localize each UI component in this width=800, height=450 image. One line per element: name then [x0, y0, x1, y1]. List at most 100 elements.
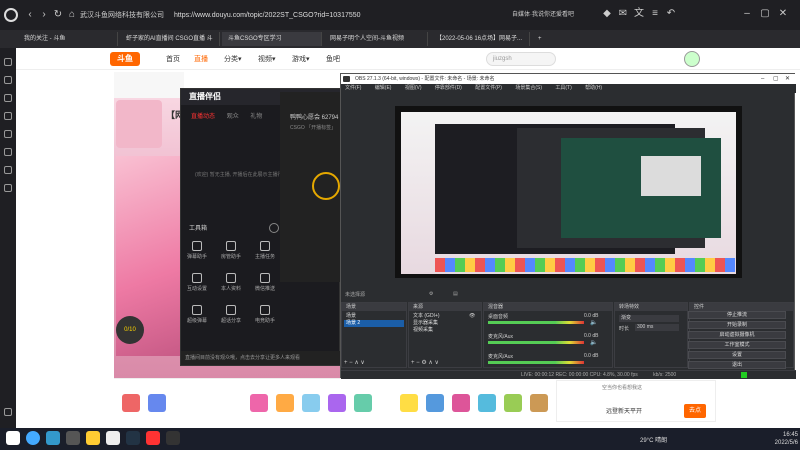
tool-tasks[interactable]: 主播任务 — [253, 241, 277, 263]
tab-csgo-topic[interactable]: 斗鱼CSGO专区学习 — [222, 32, 322, 46]
nav-home[interactable]: 首页 — [166, 54, 180, 64]
new-tab-icon[interactable]: + — [532, 32, 546, 46]
nav-video[interactable]: 视频▾ — [258, 54, 276, 64]
source-item[interactable]: 视频采集 — [411, 327, 465, 334]
close-icon[interactable]: ✕ — [776, 7, 790, 21]
assistant-taskbar-icon[interactable] — [146, 431, 160, 445]
duration-input[interactable]: 300 ms — [635, 324, 679, 331]
tool-danmu[interactable]: 弹幕助手 — [185, 241, 209, 263]
start-live-button[interactable] — [312, 172, 340, 200]
menu-scene-collection[interactable]: 场景集合(S) — [515, 85, 542, 91]
obs-minimize-icon[interactable]: – — [761, 74, 764, 84]
clock[interactable]: 16:45 2022/5/6 — [770, 431, 798, 447]
exit-button[interactable]: 退出 — [688, 361, 786, 369]
transition-select[interactable]: 渐变 — [619, 315, 679, 322]
search-icon[interactable] — [26, 431, 40, 445]
translate-icon[interactable]: 文 — [632, 7, 646, 21]
tool-share[interactable]: 超话分享 — [219, 305, 243, 327]
chat-icon[interactable] — [4, 130, 12, 138]
tool-interact[interactable]: 互动设置 — [185, 273, 209, 295]
start-icon[interactable] — [6, 431, 20, 445]
stop-streaming-button[interactable]: 停止推流 — [688, 311, 786, 319]
star-icon[interactable] — [4, 58, 12, 66]
calendar-icon[interactable] — [4, 166, 12, 174]
menu-help[interactable]: 帮助(H) — [585, 85, 602, 91]
mail-icon[interactable]: ✉ — [616, 7, 630, 21]
source-item[interactable]: 显示器采集 — [411, 320, 465, 327]
nav-fishbar[interactable]: 鱼吧 — [326, 54, 340, 64]
gift-item[interactable] — [148, 394, 166, 412]
forward-icon[interactable]: › — [38, 9, 50, 21]
tool-super-danmu[interactable]: 超级弹幕 — [185, 305, 209, 327]
tab-viewers[interactable]: 观众 — [227, 114, 239, 120]
menu-file[interactable]: 文件(F) — [345, 85, 361, 91]
refresh-icon[interactable]: ↻ — [52, 9, 64, 21]
home-icon[interactable]: ⌂ — [66, 9, 78, 21]
start-recording-button[interactable]: 开始录制 — [688, 321, 786, 329]
add-scene-icon[interactable]: + − ∧ ∨ — [344, 359, 365, 366]
note-icon[interactable] — [4, 112, 12, 120]
settings-icon[interactable] — [4, 408, 12, 416]
tool-room-admin[interactable]: 房管助手 — [219, 241, 243, 263]
nav-game[interactable]: 游戏▾ — [292, 54, 310, 64]
gift-progress-badge[interactable]: 0/10 — [116, 316, 144, 344]
maximize-icon[interactable]: ▢ — [758, 7, 772, 21]
menu-docks[interactable]: 停靠部件(D) — [435, 85, 462, 91]
scene-item[interactable]: 场景 — [344, 313, 404, 320]
gift-item[interactable] — [400, 394, 418, 412]
tab-video-space[interactable]: 网易子明个人空间-斗鱼视频 — [324, 32, 428, 46]
avatar[interactable] — [684, 51, 700, 67]
menu-view[interactable]: 视图(V) — [405, 85, 422, 91]
download-icon[interactable] — [4, 94, 12, 102]
weather-widget[interactable]: 29°C 晴朗 — [640, 435, 667, 444]
streamer-avatar[interactable] — [116, 100, 162, 148]
apps-icon[interactable] — [4, 184, 12, 192]
obs-taskbar-icon[interactable] — [166, 431, 180, 445]
explorer-icon[interactable] — [86, 431, 100, 445]
address-bar[interactable]: 武汉斗鱼网络科技有限公司 https://www.douyu.com/topic… — [80, 9, 510, 23]
menu-icon[interactable]: ≡ — [648, 7, 662, 21]
nav-live[interactable]: 直播 — [194, 54, 208, 64]
gift-item[interactable] — [250, 394, 268, 412]
browser-logo-icon[interactable] — [4, 8, 18, 22]
search-input[interactable]: jiuzgsh — [486, 52, 556, 66]
undo-icon[interactable]: ↶ — [664, 7, 678, 21]
gift-item[interactable] — [302, 394, 320, 412]
news-ticker[interactable]: 自媒体·我说你还爱看吧 — [512, 9, 592, 21]
studio-mode-button[interactable]: 工作室模式 — [688, 341, 786, 349]
tab-gifts[interactable]: 礼物 — [250, 114, 262, 120]
gift-item[interactable] — [122, 394, 140, 412]
tool-esports[interactable]: 电竞助手 — [253, 305, 277, 327]
virtual-camera-button[interactable]: 启动虚拟摄像机 — [688, 331, 786, 339]
gift-item[interactable] — [354, 394, 372, 412]
browser-taskbar-icon[interactable] — [106, 431, 120, 445]
tool-wechat[interactable]: 微信推送 — [253, 273, 277, 295]
nav-category[interactable]: 分类▾ — [224, 54, 242, 64]
properties-icon[interactable]: ⚙ — [429, 291, 433, 297]
add-source-icon[interactable]: + − ⚙ ∧ ∨ — [411, 359, 439, 366]
tab-dynamics[interactable]: 直播动态 — [191, 114, 215, 120]
gift-item[interactable] — [426, 394, 444, 412]
gift-item[interactable] — [504, 394, 522, 412]
history-icon[interactable] — [4, 76, 12, 84]
tool-profile[interactable]: 本人资料 — [219, 273, 243, 295]
tab-following[interactable]: 我的关注 - 斗鱼 — [18, 32, 118, 46]
toolbox-more-icon[interactable] — [269, 223, 279, 233]
extension-icon[interactable]: ◆ — [600, 7, 614, 21]
source-item[interactable]: 文本 (GDI+) — [411, 313, 465, 320]
tab-replay[interactable]: 【2022-05-06 16点场】网易子... — [430, 32, 530, 46]
gift-item[interactable] — [328, 394, 346, 412]
edge-icon[interactable] — [46, 431, 60, 445]
gift-item[interactable] — [276, 394, 294, 412]
menu-profile[interactable]: 配置文件(P) — [475, 85, 502, 91]
speaker-icon[interactable]: 🔈 — [590, 339, 597, 346]
obs-maximize-icon[interactable]: ▢ — [773, 74, 779, 84]
settings-button[interactable]: 设置 — [688, 351, 786, 359]
visibility-icon[interactable]: 👁 — [469, 313, 475, 319]
gift-item[interactable] — [452, 394, 470, 412]
tab-csgo-stream[interactable]: 虾子家的AI直播间 CSGO直播 斗 — [120, 32, 220, 46]
ad-button[interactable]: 去点 — [684, 404, 706, 418]
minimize-icon[interactable]: – — [740, 7, 754, 21]
gift-item[interactable] — [478, 394, 496, 412]
back-icon[interactable]: ‹ — [24, 9, 36, 21]
